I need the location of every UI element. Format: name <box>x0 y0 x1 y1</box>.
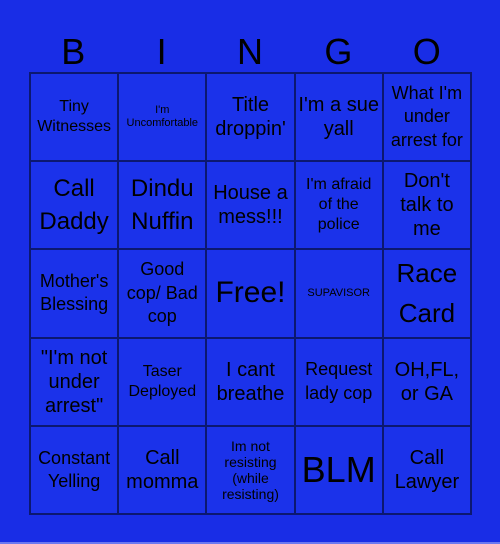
bingo-cell-r1c5[interactable]: What I'm under arrest for <box>382 73 471 162</box>
bingo-cell-r2c4[interactable]: I'm afraid of the police <box>294 161 383 250</box>
bingo-cell-r5c4[interactable]: BLM <box>294 425 383 514</box>
bingo-cell-r2c2[interactable]: Dindu Nuffin <box>118 161 207 250</box>
bingo-cell-r2c1[interactable]: Call Daddy <box>30 161 119 250</box>
header-letter-g: G <box>324 31 353 72</box>
bingo-cell-r3c5[interactable]: Race Card <box>382 249 471 338</box>
header-letter-i: I <box>156 31 167 72</box>
header-letter-o: O <box>412 31 441 72</box>
bingo-cell-r1c3[interactable]: Title droppin' <box>206 73 295 162</box>
bingo-cell-r1c2[interactable]: I'm Uncomfortable <box>118 73 207 162</box>
bingo-cell-r3c2[interactable]: Good cop/ Bad cop <box>118 249 207 338</box>
bingo-cell-r4c4[interactable]: Request lady cop <box>294 337 383 426</box>
bingo-cell-free[interactable]: Free! <box>206 249 295 338</box>
bingo-cell-r4c5[interactable]: OH,FL, or GA <box>382 337 471 426</box>
bingo-cell-r2c3[interactable]: House a mess!!! <box>206 161 295 250</box>
bingo-board: Tiny Witnesses I'm Uncomfortable Title d… <box>29 72 472 515</box>
bingo-cell-r3c1[interactable]: Mother's Blessing <box>30 249 119 338</box>
bingo-cell-r5c3[interactable]: Im not resisting (while resisting) <box>206 425 295 514</box>
bingo-cell-r2c5[interactable]: Don't talk to me <box>382 161 471 250</box>
bingo-cell-r4c2[interactable]: Taser Deployed <box>118 337 207 426</box>
header-letter-b: B <box>61 31 86 72</box>
bingo-cell-r1c1[interactable]: Tiny Witnesses <box>30 73 119 162</box>
bingo-header: B I N G O <box>29 28 471 72</box>
bingo-cell-r4c3[interactable]: I cant breathe <box>206 337 295 426</box>
bingo-cell-r5c1[interactable]: Constant Yelling <box>30 425 119 514</box>
bingo-cell-r4c1[interactable]: "I'm not under arrest" <box>30 337 119 426</box>
header-letter-n: N <box>236 31 263 72</box>
bingo-cell-r3c4[interactable]: SUPAVISOR <box>294 249 383 338</box>
bingo-cell-r1c4[interactable]: I'm a sue yall <box>294 73 383 162</box>
bingo-cell-r5c5[interactable]: Call Lawyer <box>382 425 471 514</box>
bingo-cell-r5c2[interactable]: Call momma <box>118 425 207 514</box>
